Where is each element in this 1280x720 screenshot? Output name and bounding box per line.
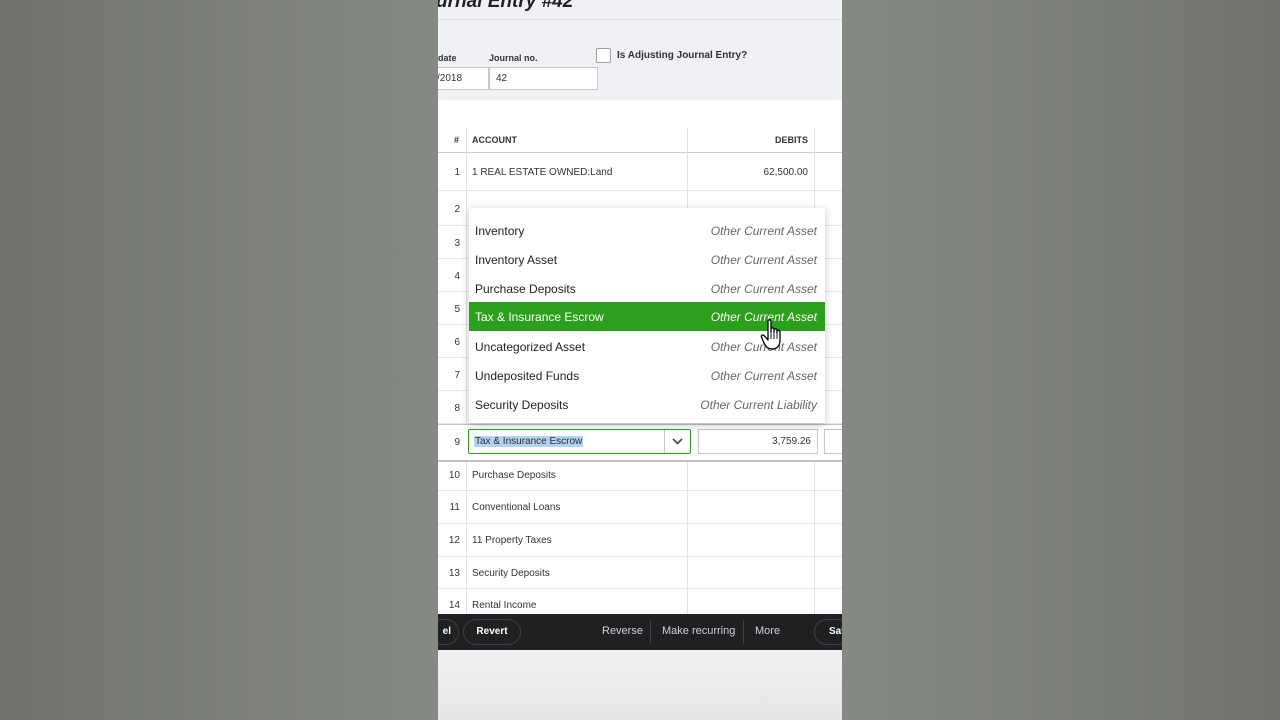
journal-entry-window: urnal Entry #42 date /2018 Journal no. 4… [438,0,842,720]
background-left [0,0,438,720]
table-header: # ACCOUNT DEBITS [438,128,842,153]
dropdown-option[interactable]: Purchase Deposits Other Current Asset [469,274,825,303]
row-number: 5 [454,304,460,315]
option-name: Security Deposits [475,398,569,412]
option-type: Other Current Liability [700,398,817,412]
page-background-below [438,650,842,720]
dropdown-option[interactable]: Security Deposits Other Current Liabilit… [469,390,825,419]
table-row[interactable]: 12 11 Property Taxes [438,524,842,557]
table-row[interactable]: 13 Security Deposits [438,557,842,589]
cancel-button[interactable]: el [438,619,459,645]
option-name: Purchase Deposits [475,282,576,296]
table-row[interactable]: 10 Purchase Deposits [438,462,842,491]
column-header-num: # [454,135,460,145]
table-row-active[interactable]: 9 Tax & Insurance Escrow 3,759.26 [438,424,842,462]
table-row[interactable]: 1 1 REAL ESTATE OWNED:Land 62,500.00 [438,153,842,191]
row-account: Rental Income [472,600,537,611]
adjusting-entry-label: Is Adjusting Journal Entry? [617,50,748,61]
title-divider [438,19,842,20]
row-number: 8 [454,403,460,414]
make-recurring-link[interactable]: Make recurring [662,625,735,637]
footer-divider [743,620,744,644]
row-account: Security Deposits [472,568,550,579]
background-right [842,0,1280,720]
adjusting-entry-checkbox[interactable] [596,48,611,63]
debit-input[interactable]: 3,759.26 [698,429,818,454]
row-debit: 62,500.00 [763,167,809,178]
credit-input[interactable] [824,429,842,454]
option-name: Inventory [475,224,525,238]
page-title: urnal Entry #42 [438,0,574,12]
row-number: 9 [454,437,460,448]
account-combobox[interactable]: Tax & Insurance Escrow [468,429,691,454]
journal-date-label: date [438,53,457,63]
account-combobox-value: Tax & Insurance Escrow [474,436,584,447]
account-dropdown-button[interactable] [664,430,690,453]
row-account: 11 Property Taxes [472,535,552,546]
row-account: Conventional Loans [472,502,561,513]
row-number: 1 [454,167,460,178]
option-name: Inventory Asset [475,253,558,267]
account-dropdown-list: Inventory Other Current Asset Inventory … [469,208,825,423]
dropdown-option[interactable]: Inventory Asset Other Current Asset [469,245,825,274]
hand-cursor-icon [760,319,781,350]
journal-no-input[interactable]: 42 [489,67,598,90]
option-type: Other Current Asset [710,253,817,267]
journal-no-label: Journal no. [489,53,538,63]
dropdown-option[interactable]: Undeposited Funds Other Current Asset [469,361,825,390]
revert-button[interactable]: Revert [463,619,521,645]
column-header-account[interactable]: ACCOUNT [472,135,517,145]
row-number: 6 [454,337,460,348]
journal-header: urnal Entry #42 date /2018 Journal no. 4… [438,0,842,100]
footer-divider [650,620,651,644]
action-footer: el Revert Reverse Make recurring More Sa… [438,614,842,650]
table-row[interactable]: 11 Conventional Loans [438,491,842,524]
row-number: 2 [454,204,460,215]
more-link[interactable]: More [755,625,780,637]
option-name: Undeposited Funds [475,369,580,383]
row-number: 13 [448,568,460,579]
row-number: 12 [448,535,460,546]
row-number: 4 [454,271,460,282]
row-number: 14 [448,600,460,611]
row-account: Purchase Deposits [472,470,556,481]
dropdown-option[interactable]: Inventory Other Current Asset [469,216,825,245]
row-number: 3 [454,238,460,249]
option-name: Uncategorized Asset [475,340,586,354]
row-account: 1 REAL ESTATE OWNED:Land [472,167,613,178]
option-type: Other Current Asset [710,282,817,296]
column-header-debits[interactable]: DEBITS [775,135,808,145]
option-name: Tax & Insurance Escrow [475,310,604,324]
row-number: 7 [454,370,460,381]
reverse-link[interactable]: Reverse [602,625,643,637]
option-type: Other Current Asset [710,224,817,238]
row-number: 10 [448,470,460,481]
save-button[interactable]: Sav [814,619,842,645]
option-type: Other Current Asset [710,369,817,383]
journal-date-input[interactable]: /2018 [438,67,489,90]
chevron-down-icon [672,438,683,445]
row-number: 11 [449,502,460,513]
